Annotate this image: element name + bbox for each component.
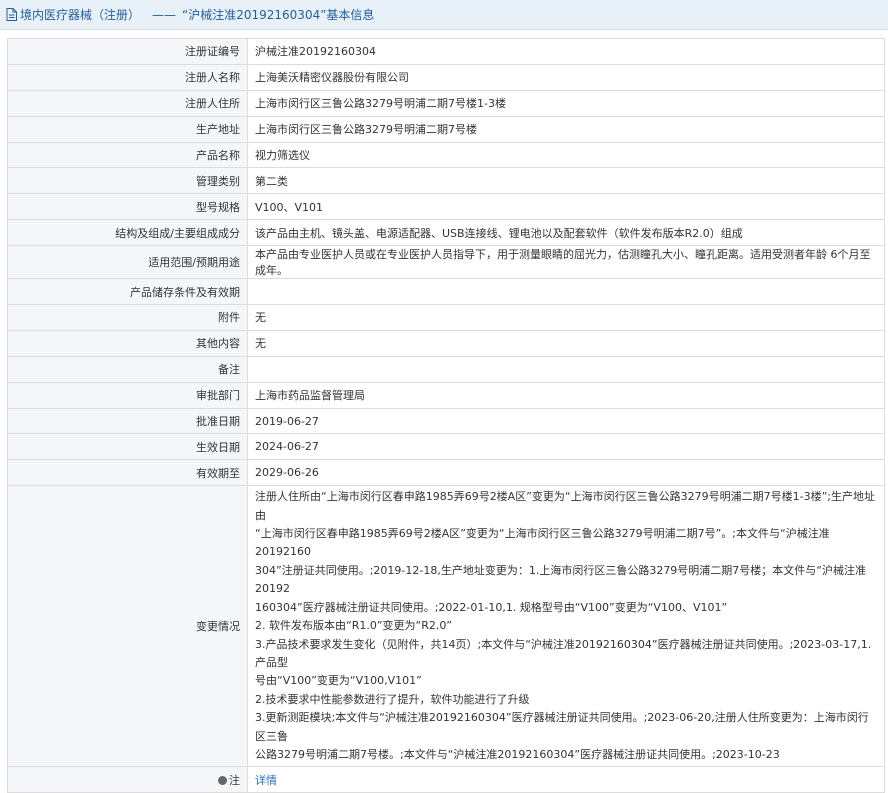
row-label: 审批部门 bbox=[7, 381, 248, 409]
row-value: 2029-06-26 bbox=[247, 459, 885, 487]
note-row: 注 详情 bbox=[7, 766, 885, 793]
table-row: 审批部门 上海市药品监督管理局 bbox=[7, 381, 885, 409]
table-row: 型号规格 V100、V101 bbox=[7, 193, 885, 221]
row-label: 产品储存条件及有效期 bbox=[7, 278, 248, 306]
changes-row: 变更情况 注册人住所由“上海市闵行区春申路1985弄69号2楼A区”变更为“上海… bbox=[7, 485, 885, 768]
header-subtitle: “沪械注准20192160304”基本信息 bbox=[182, 8, 375, 22]
table-row: 适用范围/预期用途 本产品由专业医护人员或在专业医护人员指导下，用于测量眼睛的屈光… bbox=[7, 245, 885, 280]
table-row: 批准日期 2019-06-27 bbox=[7, 407, 885, 435]
change-line: 公路3279号明浦二期7号楼。;本文件与“沪械注准20192160304”医疗器… bbox=[255, 747, 780, 761]
row-label: 批准日期 bbox=[7, 407, 248, 435]
table-row: 备注 bbox=[7, 355, 885, 383]
row-value: 本产品由专业医护人员或在专业医护人员指导下，用于测量眼睛的屈光力，估测瞳孔大小、… bbox=[247, 245, 885, 280]
detail-table: 注册证编号 沪械注准20192160304 注册人名称 上海美沃精密仪器股份有限公司… bbox=[7, 38, 885, 793]
document-icon bbox=[6, 8, 17, 21]
table-row: 生效日期 2024-06-27 bbox=[7, 433, 885, 461]
changes-label: 变更情况 bbox=[7, 485, 248, 768]
row-value: 无 bbox=[247, 329, 885, 357]
change-line: 160304”医疗器械注册证共同使用。;2022-01-10,1. 规格型号由“… bbox=[255, 600, 728, 614]
note-label-cell: 注 bbox=[7, 766, 248, 793]
row-value: 上海市闵行区三鲁公路3279号明浦二期7号楼 bbox=[247, 115, 885, 143]
header-title: 境内医疗器械（注册） bbox=[20, 8, 141, 22]
row-value bbox=[247, 355, 885, 383]
row-label: 注册人名称 bbox=[7, 63, 248, 91]
table-row: 注册人住所 上海市闵行区三鲁公路3279号明浦二期7号楼1-3楼 bbox=[7, 89, 885, 117]
table-row: 结构及组成/主要组成成分 该产品由主机、镜头盖、电源适配器、USB连接线、锂电池以… bbox=[7, 219, 885, 247]
change-line: 号由“V100”变更为“V100,V101” bbox=[255, 674, 422, 688]
row-label: 其他内容 bbox=[7, 329, 248, 357]
row-value: 无 bbox=[247, 304, 885, 331]
row-label: 附件 bbox=[7, 304, 248, 331]
row-value: 上海市药品监督管理局 bbox=[247, 381, 885, 409]
page-header: 境内医疗器械（注册） —— “沪械注准20192160304”基本信息 bbox=[0, 0, 888, 30]
note-value-cell: 详情 bbox=[247, 766, 885, 793]
detail-table-wrapper: 注册证编号 沪械注准20192160304 注册人名称 上海美沃精密仪器股份有限公司… bbox=[7, 38, 885, 793]
change-line: 3.更新测距模块;本文件与“沪械注准20192160304”医疗器械注册证共同使… bbox=[255, 711, 869, 743]
table-row: 产品储存条件及有效期 bbox=[7, 278, 885, 306]
row-value: 视力筛选仪 bbox=[247, 141, 885, 169]
table-row: 注册人名称 上海美沃精密仪器股份有限公司 bbox=[7, 63, 885, 91]
row-value: 上海美沃精密仪器股份有限公司 bbox=[247, 63, 885, 91]
row-value: V100、V101 bbox=[247, 193, 885, 221]
row-label: 型号规格 bbox=[7, 193, 248, 221]
table-row: 注册证编号 沪械注准20192160304 bbox=[7, 38, 885, 65]
row-label: 生效日期 bbox=[7, 433, 248, 461]
changes-value: 注册人住所由“上海市闵行区春申路1985弄69号2楼A区”变更为“上海市闵行区三… bbox=[247, 485, 885, 768]
change-line: “上海市闵行区春申路1985弄69号2楼A区”变更为“上海市闵行区三鲁公路327… bbox=[255, 527, 830, 559]
row-label: 注册证编号 bbox=[7, 38, 248, 65]
row-value: 第二类 bbox=[247, 167, 885, 195]
note-label: 注 bbox=[229, 773, 240, 787]
row-value: 沪械注准20192160304 bbox=[247, 38, 885, 65]
table-row: 附件无 bbox=[7, 304, 885, 331]
row-label: 有效期至 bbox=[7, 459, 248, 487]
change-line: 2.技术要求中性能参数进行了提升，软件功能进行了升级 bbox=[255, 692, 530, 706]
row-label: 注册人住所 bbox=[7, 89, 248, 117]
row-value bbox=[247, 278, 885, 306]
table-row: 其他内容无 bbox=[7, 329, 885, 357]
change-line: 2. 软件发布版本由“R1.0”变更为“R2.0” bbox=[255, 619, 453, 633]
table-row: 产品名称 视力筛选仪 bbox=[7, 141, 885, 169]
header-separator: —— bbox=[152, 7, 177, 22]
row-value: 2024-06-27 bbox=[247, 433, 885, 461]
change-line: 注册人住所由“上海市闵行区春申路1985弄69号2楼A区”变更为“上海市闵行区三… bbox=[255, 490, 875, 522]
details-link[interactable]: 详情 bbox=[255, 774, 277, 787]
row-label: 备注 bbox=[7, 355, 248, 383]
row-label: 生产地址 bbox=[7, 115, 248, 143]
pin-icon bbox=[218, 775, 227, 785]
change-line: 3.产品技术要求发生变化（见附件，共14页）;本文件与“沪械注准20192160… bbox=[255, 637, 872, 669]
table-row: 管理类别 第二类 bbox=[7, 167, 885, 195]
row-value: 该产品由主机、镜头盖、电源适配器、USB连接线、锂电池以及配套软件（软件发布版本… bbox=[247, 219, 885, 247]
row-label: 结构及组成/主要组成成分 bbox=[7, 219, 248, 247]
row-label: 适用范围/预期用途 bbox=[7, 245, 248, 280]
row-label: 管理类别 bbox=[7, 167, 248, 195]
table-row: 生产地址 上海市闵行区三鲁公路3279号明浦二期7号楼 bbox=[7, 115, 885, 143]
row-value: 2019-06-27 bbox=[247, 407, 885, 435]
row-label: 产品名称 bbox=[7, 141, 248, 169]
row-value: 上海市闵行区三鲁公路3279号明浦二期7号楼1-3楼 bbox=[247, 89, 885, 117]
change-line: 304”注册证共同使用。;2019-12-18,生产地址变更为：1.上海市闵行区… bbox=[255, 563, 867, 596]
table-row: 有效期至 2029-06-26 bbox=[7, 459, 885, 487]
